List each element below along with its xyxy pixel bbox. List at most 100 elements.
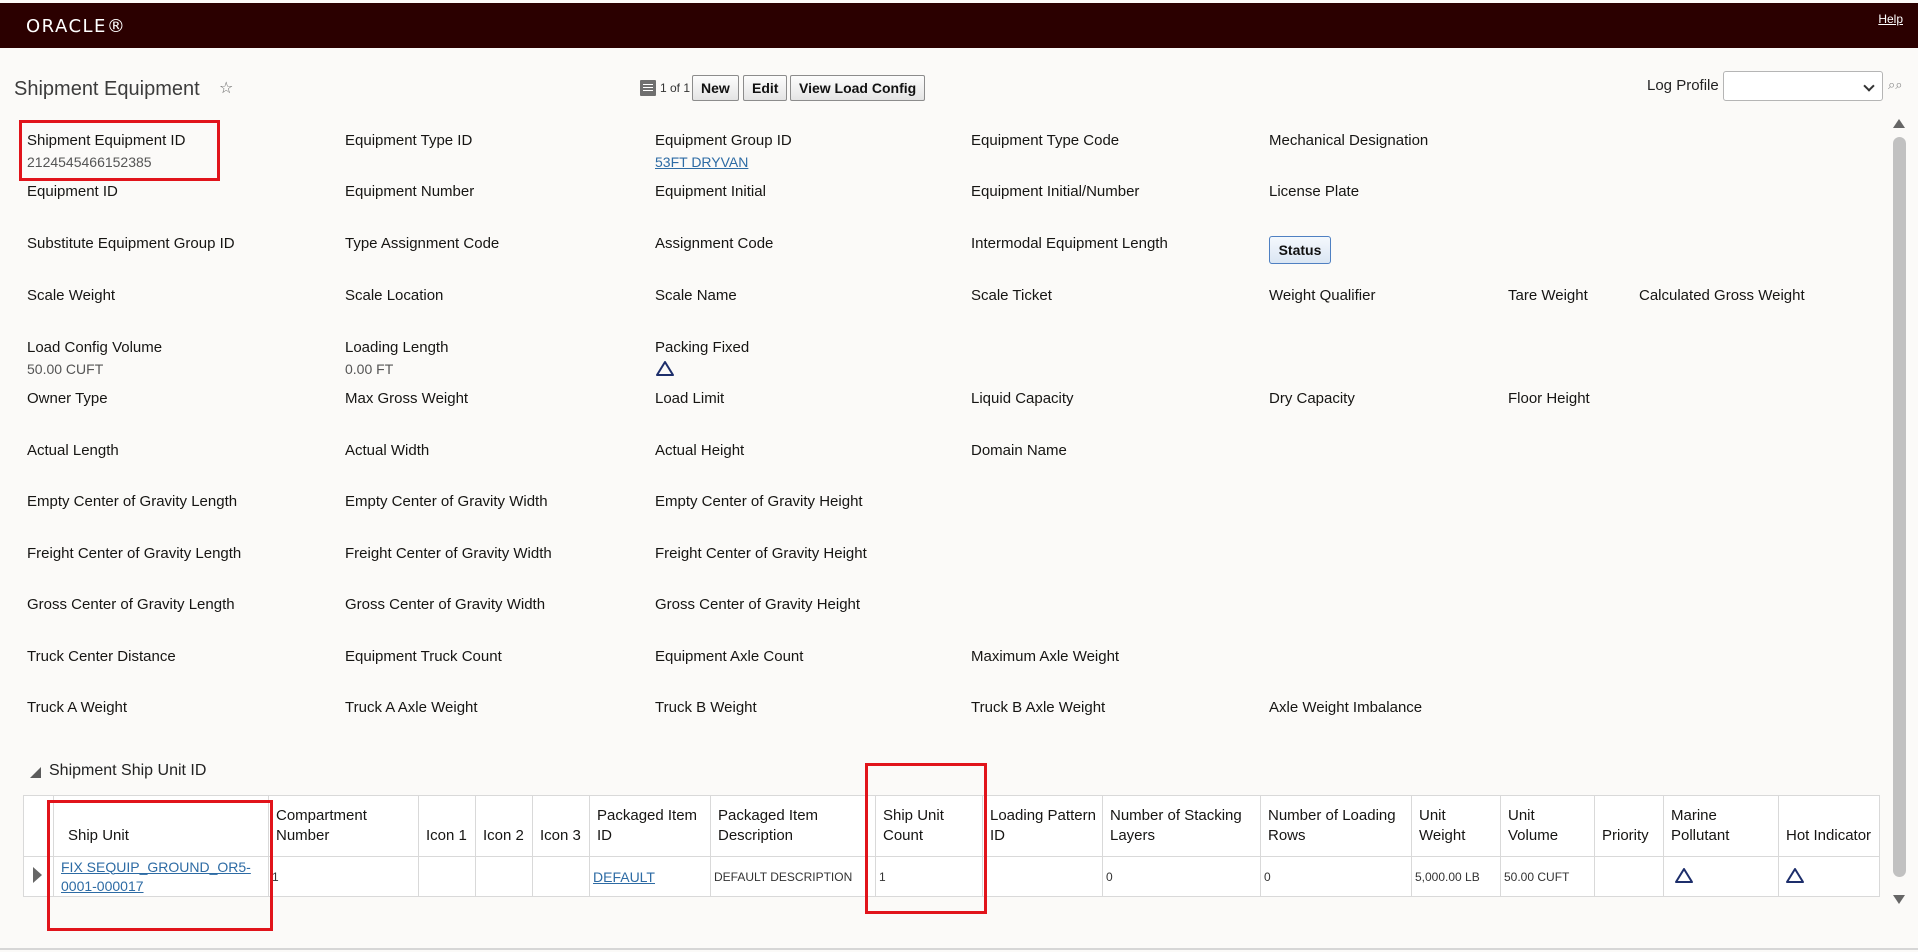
favorite-star-icon[interactable]: ☆	[219, 78, 233, 98]
field-label: Actual Width	[345, 442, 430, 459]
view-load-config-button[interactable]: View Load Config	[790, 75, 926, 101]
column-header[interactable]: Hot Indicator	[1778, 795, 1880, 857]
floor-height-field: Floor Height	[1508, 390, 1590, 407]
compartment-number-cell: 1	[268, 856, 419, 897]
equipment-type-code-field: Equipment Type Code	[971, 132, 1119, 149]
field-label: Truck B Axle Weight	[971, 699, 1106, 716]
field-label: Mechanical Designation	[1269, 132, 1429, 149]
field-label: Packing Fixed	[655, 339, 750, 356]
truck-a-weight-field: Truck A Weight	[27, 699, 127, 716]
actual-length-field: Actual Length	[27, 442, 119, 459]
field-label: Maximum Axle Weight	[971, 648, 1120, 665]
field-label: Floor Height	[1508, 390, 1590, 407]
new-button[interactable]: New	[692, 75, 739, 101]
column-header[interactable]: Number of Loading Rows	[1260, 795, 1412, 857]
record-pager: 1 of 1	[660, 81, 691, 95]
loading-rows-cell: 0	[1260, 856, 1412, 897]
loading-length-field: Loading Length 0.00 FT	[345, 339, 448, 377]
truck-a-axle-weight-field: Truck A Axle Weight	[345, 699, 478, 716]
truck-b-axle-weight-field: Truck B Axle Weight	[971, 699, 1105, 716]
field-label: Equipment Type ID	[345, 132, 473, 149]
tare-weight-field: Tare Weight	[1508, 287, 1588, 304]
field-label: Scale Name	[655, 287, 737, 304]
collapse-section-icon[interactable]	[30, 767, 41, 778]
scale-ticket-field: Scale Ticket	[971, 287, 1052, 304]
hot-indicator-triangle-icon	[1786, 867, 1804, 883]
field-label: Equipment Initial/Number	[971, 183, 1140, 200]
field-label: Scale Weight	[27, 287, 116, 304]
column-header[interactable]: Icon 1	[418, 795, 476, 857]
license-plate-field: License Plate	[1269, 183, 1359, 200]
equipment-group-link[interactable]: 53FT DRYVAN	[655, 154, 792, 170]
empty-cog-height-field: Empty Center of Gravity Height	[655, 493, 863, 510]
freight-cog-length-field: Freight Center of Gravity Length	[27, 545, 241, 562]
field-label: Max Gross Weight	[345, 390, 469, 407]
field-label: License Plate	[1269, 183, 1360, 200]
field-label: Scale Location	[345, 287, 444, 304]
equipment-id-field: Equipment ID	[27, 183, 118, 200]
record-list-icon[interactable]	[640, 80, 656, 96]
actual-height-field: Actual Height	[655, 442, 744, 459]
vertical-scrollbar-thumb[interactable]	[1893, 137, 1906, 877]
field-label: Scale Ticket	[971, 287, 1052, 304]
load-config-volume-field: Load Config Volume 50.00 CUFT	[27, 339, 162, 377]
packaged-item-link[interactable]: DEFAULT	[593, 869, 655, 885]
field-label: Equipment Number	[345, 183, 475, 200]
log-profile-select[interactable]	[1723, 71, 1883, 101]
scale-weight-field: Scale Weight	[27, 287, 115, 304]
empty-cog-width-field: Empty Center of Gravity Width	[345, 493, 548, 510]
log-profile-label: Log Profile	[1647, 77, 1719, 94]
status-button[interactable]: Status	[1269, 236, 1331, 264]
field-label: Freight Center of Gravity Height	[655, 545, 867, 562]
equipment-group-id-field: Equipment Group ID 53FT DRYVAN	[655, 132, 792, 170]
field-label: Empty Center of Gravity Length	[27, 493, 238, 510]
edit-button[interactable]: Edit	[743, 75, 788, 101]
glasses-icon[interactable]: ⌕⌕	[1888, 77, 1903, 93]
field-label: Empty Center of Gravity Height	[655, 493, 863, 510]
equipment-truck-count-field: Equipment Truck Count	[345, 648, 502, 665]
scale-name-field: Scale Name	[655, 287, 737, 304]
expand-row-icon[interactable]	[33, 867, 42, 883]
field-label: Load Config Volume	[27, 339, 163, 356]
column-header[interactable]: Unit Weight	[1411, 795, 1501, 857]
column-header[interactable]: Unit Volume	[1500, 795, 1595, 857]
equipment-initial-field: Equipment Initial	[655, 183, 766, 200]
column-header[interactable]: Packaged Item Description	[710, 795, 876, 857]
help-link[interactable]: Help	[1878, 12, 1903, 26]
equipment-axle-count-field: Equipment Axle Count	[655, 648, 803, 665]
truck-center-distance-field: Truck Center Distance	[27, 648, 176, 665]
column-header[interactable]: Marine Pollutant	[1663, 795, 1779, 857]
column-header[interactable]: Icon 3	[532, 795, 590, 857]
equipment-number-field: Equipment Number	[345, 183, 474, 200]
field-label: Owner Type	[27, 390, 108, 407]
column-header[interactable]: Compartment Number	[268, 795, 419, 857]
unit-volume-cell: 50.00 CUFT	[1500, 856, 1595, 897]
actual-width-field: Actual Width	[345, 442, 429, 459]
column-header[interactable]: Priority	[1594, 795, 1664, 857]
scroll-up-arrow-icon[interactable]	[1893, 119, 1905, 128]
highlight-box-shipment-equipment-id	[19, 120, 220, 181]
empty-cog-length-field: Empty Center of Gravity Length	[27, 493, 237, 510]
mechanical-designation-field: Mechanical Designation	[1269, 132, 1428, 149]
column-header[interactable]: Packaged Item ID	[589, 795, 711, 857]
column-header[interactable]: Number of Stacking Layers	[1102, 795, 1261, 857]
field-label: Loading Length	[345, 339, 449, 356]
field-label: Tare Weight	[1508, 287, 1588, 304]
field-label: Actual Length	[27, 442, 119, 459]
owner-type-field: Owner Type	[27, 390, 108, 407]
field-label: Weight Qualifier	[1269, 287, 1376, 304]
field-label: Empty Center of Gravity Width	[345, 493, 548, 510]
field-label: Equipment Type Code	[971, 132, 1120, 149]
field-label: Intermodal Equipment Length	[971, 235, 1168, 252]
column-header[interactable]: Icon 2	[475, 795, 533, 857]
equipment-initial-number-field: Equipment Initial/Number	[971, 183, 1139, 200]
max-gross-weight-field: Max Gross Weight	[345, 390, 468, 407]
scroll-down-arrow-icon[interactable]	[1893, 895, 1905, 904]
axle-weight-imbalance-field: Axle Weight Imbalance	[1269, 699, 1422, 716]
column-header[interactable]: Loading Pattern ID	[982, 795, 1103, 857]
field-label: Gross Center of Gravity Length	[27, 596, 235, 613]
field-label: Assignment Code	[655, 235, 774, 252]
intermodal-equipment-length-field: Intermodal Equipment Length	[971, 235, 1168, 252]
priority-cell	[1594, 856, 1664, 897]
assignment-code-field: Assignment Code	[655, 235, 773, 252]
